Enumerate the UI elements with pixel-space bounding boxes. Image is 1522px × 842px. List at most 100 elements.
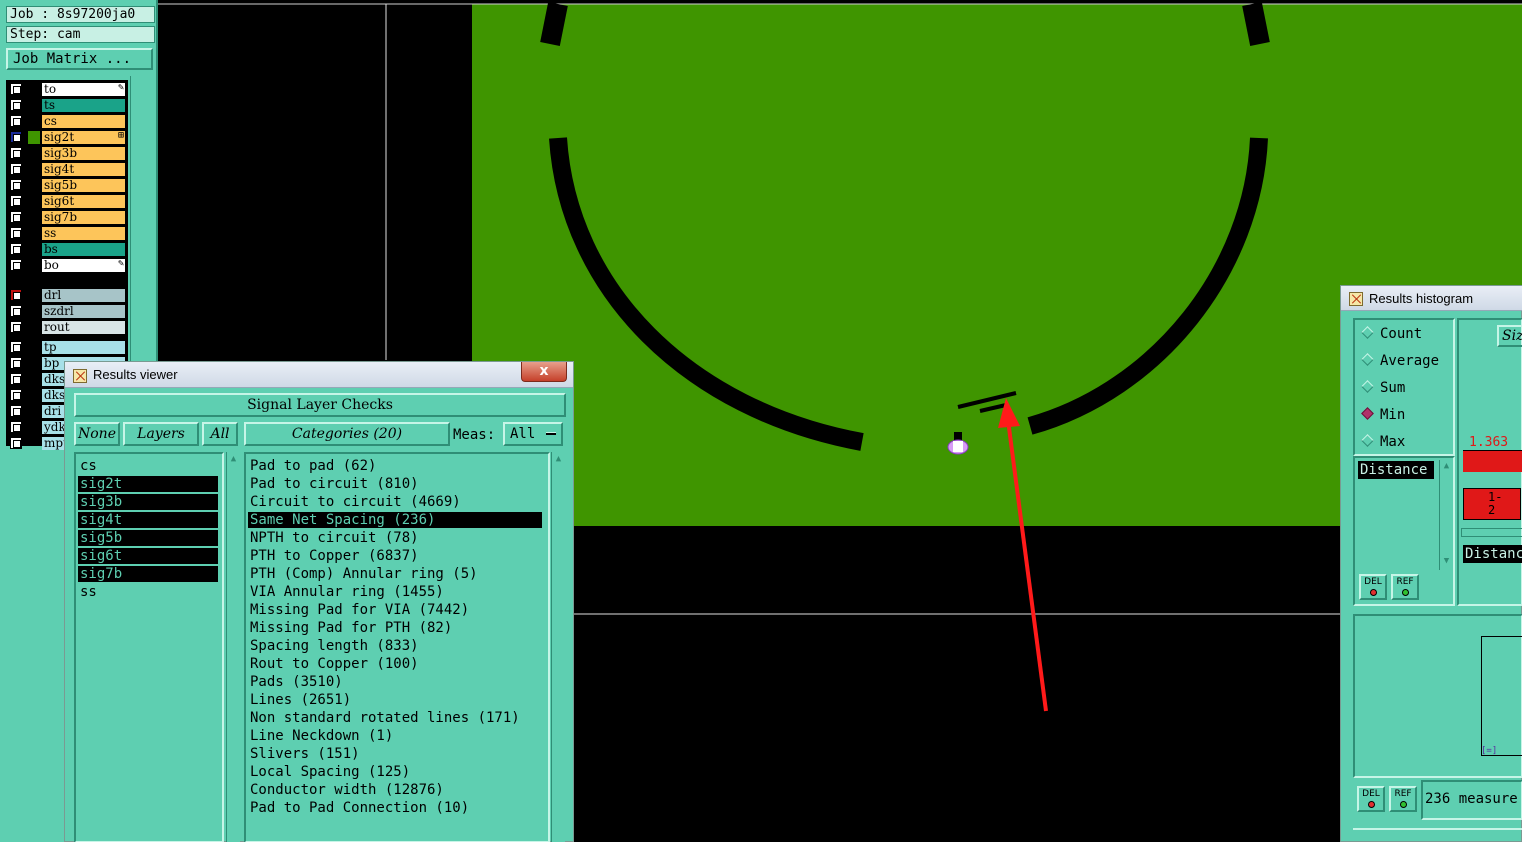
layer-name[interactable]: bo [42,259,125,272]
scroll-up-icon[interactable]: ▲ [553,454,564,465]
category-list-item[interactable]: Conductor width (12876) [248,782,542,798]
layer-list-item[interactable]: sig3b [78,494,218,510]
layer-list-item[interactable]: sig6t [78,548,218,564]
scroll-down-icon[interactable]: ▼ [1441,556,1452,567]
layer-row-bs[interactable]: bs [6,242,128,256]
categories-listbox[interactable]: Pad to pad (62) Pad to circuit (810) Circu… [244,452,550,842]
category-list-item[interactable]: NPTH to circuit (78) [248,530,542,546]
layers-listbox[interactable]: cs sig2t sig3b sig4t sig5b sig6t sig7b ss [74,452,224,842]
layer-name[interactable]: tp [42,341,125,354]
category-list-item[interactable]: Rout to Copper (100) [248,656,542,672]
layer-checkbox[interactable] [10,437,22,449]
layer-checkbox[interactable] [10,289,22,301]
layer-name[interactable]: ts [42,99,125,112]
layer-name[interactable]: drl [42,289,125,302]
layer-list-item[interactable]: sig2t [78,476,218,492]
layer-name[interactable]: rout [42,321,125,334]
category-list-item[interactable]: Missing Pad for VIA (7442) [248,602,542,618]
category-list-item[interactable]: Circuit to circuit (4669) [248,494,542,510]
layer-name[interactable]: sig6t [42,195,125,208]
category-list-item[interactable]: Local Spacing (125) [248,764,542,780]
layer-row-drl[interactable]: drl [6,288,128,302]
layer-list-item[interactable]: cs [78,458,218,474]
results-viewer-titlebar[interactable]: Results viewer x [65,362,573,388]
layer-checkbox[interactable] [10,421,22,433]
category-list-item[interactable]: Pads (3510) [248,674,542,690]
layer-checkbox[interactable] [10,83,22,95]
layer-name[interactable]: sig4t [42,163,125,176]
layer-name[interactable]: to [42,83,125,96]
layer-checkbox[interactable] [10,389,22,401]
layer-checkbox[interactable] [10,131,22,143]
none-button[interactable]: None [74,422,120,446]
option-sum-radio[interactable]: Sum [1361,378,1405,398]
category-list-item[interactable]: VIA Annular ring (1455) [248,584,542,600]
layer-checkbox[interactable] [10,321,22,333]
layer-row-sig3b[interactable]: sig3b [6,146,128,160]
layer-checkbox[interactable] [10,195,22,207]
layer-checkbox[interactable] [10,227,22,239]
layer-checkbox[interactable] [10,115,22,127]
option-count-radio[interactable]: Count [1361,324,1422,344]
layer-row-sig6t[interactable]: sig6t [6,194,128,208]
category-list-item[interactable]: Missing Pad for PTH (82) [248,620,542,636]
histogram-bar-range[interactable]: 1- 2 [1463,488,1521,520]
layer-checkbox[interactable] [10,99,22,111]
job-matrix-button[interactable]: Job Matrix ... [6,48,153,70]
category-list-item[interactable]: Non standard rotated lines (171) [248,710,542,726]
layer-row-sig4t[interactable]: sig4t [6,162,128,176]
layer-checkbox[interactable] [10,373,22,385]
pad-marker[interactable] [954,432,962,440]
layer-row-cs[interactable]: cs [6,114,128,128]
category-list-item[interactable]: Pad to pad (62) [248,458,542,474]
categories-button[interactable]: Categories (20) [244,422,450,446]
category-list-item[interactable]: PTH to Copper (6837) [248,548,542,564]
measure-list-scrollbar[interactable]: ▲ ▼ [1439,460,1453,570]
layer-checkbox[interactable] [10,179,22,191]
category-list-item[interactable]: Pad to circuit (810) [248,476,542,492]
layer-name[interactable]: ss [42,227,125,240]
option-min-radio[interactable]: Min [1361,405,1405,425]
del-button[interactable]: DEL [1359,574,1387,600]
layer-row-szdrl[interactable]: szdrl [6,304,128,318]
close-button[interactable]: x [521,362,567,382]
meas-dropdown[interactable]: All [503,422,563,446]
histogram-bar-top[interactable]: 1.363 [1463,435,1522,472]
layer-name[interactable]: sig5b [42,179,125,192]
category-list-item[interactable]: Slivers (151) [248,746,542,762]
layer-name[interactable]: cs [42,115,125,128]
layer-list-item[interactable]: ss [78,584,218,600]
distance-list-item[interactable]: Distance [1358,461,1434,479]
histogram-chart-area[interactable]: Siz 1.363 1- 2 Distanc [1457,318,1522,606]
layer-checkbox[interactable] [10,163,22,175]
layer-checkbox[interactable] [10,357,22,369]
layer-checkbox[interactable] [10,147,22,159]
layers-button[interactable]: Layers [123,422,199,446]
results-histogram-titlebar[interactable]: Results histogram [1341,286,1522,311]
layer-checkbox[interactable] [10,211,22,223]
layer-name[interactable]: sig7b [42,211,125,224]
layers-scrollbar[interactable]: ▲ [226,452,240,842]
layer-list-item[interactable]: sig4t [78,512,218,528]
layer-checkbox[interactable] [10,305,22,317]
option-max-radio[interactable]: Max [1361,432,1405,452]
ref-button[interactable]: REF [1391,574,1419,600]
layer-name[interactable]: szdrl [42,305,125,318]
layer-row-sig5b[interactable]: sig5b [6,178,128,192]
option-average-radio[interactable]: Average [1361,351,1439,371]
layer-checkbox[interactable] [10,405,22,417]
layer-row-sig2t[interactable]: sig2t ⊞ [6,130,128,144]
layer-row-tp[interactable]: tp [6,340,128,354]
layer-row-to[interactable]: to ✎ [6,82,128,96]
layer-row-bo[interactable]: bo ✎ [6,258,128,272]
all-button[interactable]: All [202,422,238,446]
layer-list-item[interactable]: sig7b [78,566,218,582]
layer-row-sig7b[interactable]: sig7b [6,210,128,224]
category-list-item[interactable]: PTH (Comp) Annular ring (5) [248,566,542,582]
layer-name[interactable]: sig2t [42,131,125,144]
category-list-item[interactable]: Line Neckdown (1) [248,728,542,744]
layer-row-rout[interactable]: rout [6,320,128,334]
layer-checkbox[interactable] [10,243,22,255]
layer-name[interactable]: bs [42,243,125,256]
layer-row-ss[interactable]: ss [6,226,128,240]
